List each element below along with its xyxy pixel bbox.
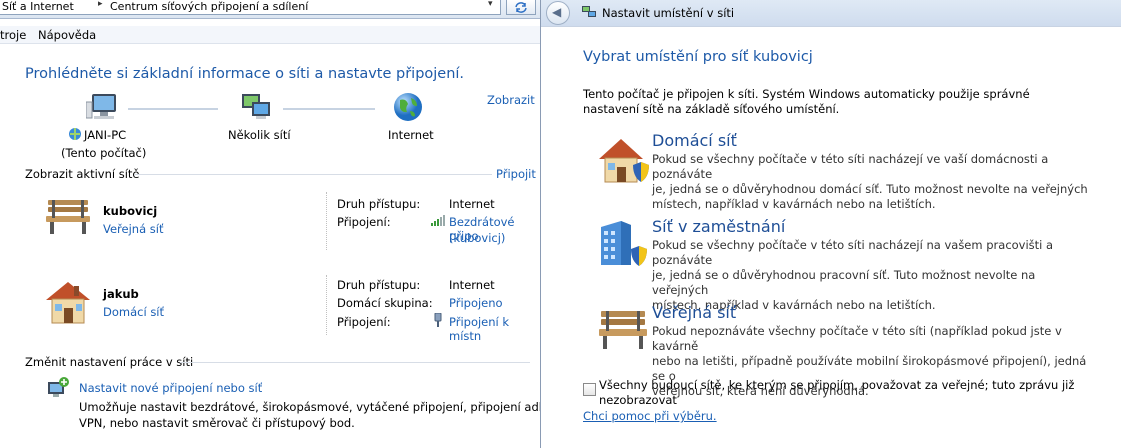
chevron-down-icon[interactable]: ▾ bbox=[488, 0, 493, 9]
back-button[interactable]: ◀ bbox=[546, 1, 570, 25]
option-description-line: Pokud nepoznáváte všechny počítače v tét… bbox=[652, 324, 1062, 353]
menu-bar: troje Nápověda bbox=[0, 26, 540, 44]
homegroup-label: Domácí skupina: bbox=[337, 296, 433, 310]
access-type-value: Internet bbox=[449, 197, 495, 211]
network-name: kubovicj bbox=[103, 204, 158, 218]
connection-label: Připojení: bbox=[337, 315, 391, 329]
option-title: Veřejná síť bbox=[652, 303, 737, 322]
option-description-line: je, jedná se o důvěryhodnou domácí síť. … bbox=[652, 182, 1088, 196]
access-type-value: Internet bbox=[449, 278, 495, 292]
refresh-button[interactable] bbox=[506, 0, 536, 15]
dialog-title-bar: ◀ Nastavit umístění v síti bbox=[541, 0, 1121, 27]
column-divider bbox=[326, 275, 327, 335]
park-bench-icon bbox=[46, 200, 90, 234]
breadcrumb-item[interactable]: Síť a Internet bbox=[2, 0, 74, 13]
address-bar: Síť a Internet ▸ Centrum síťových připoj… bbox=[0, 0, 540, 19]
dialog-intro: Tento počítač je připojen k síti. Systém… bbox=[583, 87, 1030, 101]
access-type-label: Druh přístupu: bbox=[337, 197, 421, 211]
dialog-body: Vybrat umístění pro síť kubovicj Tento p… bbox=[542, 27, 1121, 448]
home-network-icon bbox=[599, 139, 649, 183]
home-network-option[interactable]: Domácí síť Pokud se všechny počítače v t… bbox=[594, 131, 1114, 211]
option-description-line: Pokud se všechny počítače v této síti na… bbox=[652, 152, 1049, 181]
multiple-networks-icon[interactable] bbox=[240, 92, 274, 122]
setup-description: VPN, nebo nastavit směrovač či přístupov… bbox=[79, 416, 355, 430]
map-connector-line bbox=[128, 108, 218, 110]
house-icon bbox=[46, 282, 90, 324]
lan-connection-link[interactable]: Připojení k místn bbox=[449, 315, 540, 343]
option-description-line: místech, například v kavárnách nebo na l… bbox=[652, 197, 936, 211]
active-networks-heading: Zobrazit aktivní sítě bbox=[25, 167, 140, 181]
map-computer-label: JANI-PC bbox=[84, 128, 127, 142]
lan-plug-icon bbox=[434, 313, 442, 327]
help-link[interactable]: Chci pomoc při výběru. bbox=[583, 409, 717, 423]
treat-future-networks-public-checkbox[interactable] bbox=[583, 383, 596, 396]
work-network-option[interactable]: Síť v zaměstnání Pokud se všechny počíta… bbox=[594, 217, 1114, 312]
setup-description: Umožňuje nastavit bezdrátové, širokopásm… bbox=[79, 400, 592, 414]
chevron-right-icon: ▸ bbox=[98, 0, 103, 9]
change-settings-heading: Změnit nastavení práce v síti bbox=[25, 355, 194, 369]
new-connection-icon bbox=[48, 377, 69, 397]
globe-icon[interactable] bbox=[392, 91, 424, 123]
homegroup-link[interactable]: Připojeno bbox=[449, 296, 503, 310]
network-globe-small-icon bbox=[69, 128, 81, 140]
option-description: Pokud se všechny počítače v této síti na… bbox=[652, 152, 1092, 212]
map-networks-label: Několik sítí bbox=[228, 128, 291, 142]
network-location-icon bbox=[582, 6, 596, 17]
network-type-link[interactable]: Veřejná síť bbox=[103, 222, 163, 236]
network-type-link[interactable]: Domácí síť bbox=[103, 305, 164, 319]
access-type-label: Druh přístupu: bbox=[337, 278, 421, 292]
dialog-title: Nastavit umístění v síti bbox=[602, 6, 735, 20]
menu-item-help[interactable]: Nápověda bbox=[38, 28, 96, 42]
option-description: Pokud se všechny počítače v této síti na… bbox=[652, 238, 1092, 313]
menu-item-tools[interactable]: troje bbox=[0, 28, 26, 42]
column-divider bbox=[326, 192, 327, 250]
breadcrumb-item[interactable]: Centrum síťových připojení a sdílení bbox=[110, 0, 308, 13]
map-connector-line bbox=[283, 108, 375, 110]
option-description-line: je, jedná se o důvěryhodnou pracovní síť… bbox=[652, 268, 1036, 297]
section-divider bbox=[134, 174, 492, 175]
arrow-left-icon: ◀ bbox=[552, 5, 562, 19]
option-description-line: Pokud se všechny počítače v této síti na… bbox=[652, 238, 1054, 267]
wifi-signal-icon bbox=[431, 215, 445, 226]
map-internet-label: Internet bbox=[388, 128, 434, 142]
breadcrumb[interactable]: Síť a Internet ▸ Centrum síťových připoj… bbox=[0, 0, 501, 15]
computer-icon[interactable] bbox=[86, 92, 122, 124]
option-title: Síť v zaměstnání bbox=[652, 217, 786, 236]
checkbox-label[interactable]: Všechny budoucí sítě, ke kterým se připo… bbox=[599, 378, 1074, 392]
work-network-icon bbox=[601, 221, 647, 266]
option-title: Domácí síť bbox=[652, 131, 737, 150]
connect-link[interactable]: Připojit bbox=[496, 167, 536, 181]
public-network-option[interactable]: Veřejná síť Pokud nepoznáváte všechny po… bbox=[594, 303, 1114, 398]
public-network-icon bbox=[599, 311, 647, 349]
checkbox-label[interactable]: nezobrazovat bbox=[599, 393, 677, 407]
set-network-location-dialog: ◀ Nastavit umístění v síti Vybrat umístě… bbox=[540, 0, 1121, 448]
section-divider bbox=[180, 362, 530, 363]
network-name: jakub bbox=[103, 287, 139, 301]
show-full-map-link[interactable]: Zobrazit bbox=[487, 93, 535, 107]
dialog-intro: nastavení sítě na základě síťového umíst… bbox=[583, 102, 840, 116]
connection-label: Připojení: bbox=[337, 215, 391, 229]
setup-new-connection-link[interactable]: Nastavit nové připojení nebo síť bbox=[79, 381, 262, 395]
dialog-heading: Vybrat umístění pro síť kubovicj bbox=[583, 49, 813, 65]
page-title: Prohlédněte si základní informace o síti… bbox=[25, 66, 465, 82]
map-computer-sublabel: (Tento počítač) bbox=[61, 146, 147, 160]
wireless-connection-link-sub[interactable]: (kubovicj) bbox=[449, 231, 505, 245]
network-sharing-center-window: Síť a Internet ▸ Centrum síťových připoj… bbox=[0, 0, 592, 448]
refresh-icon bbox=[515, 2, 527, 13]
